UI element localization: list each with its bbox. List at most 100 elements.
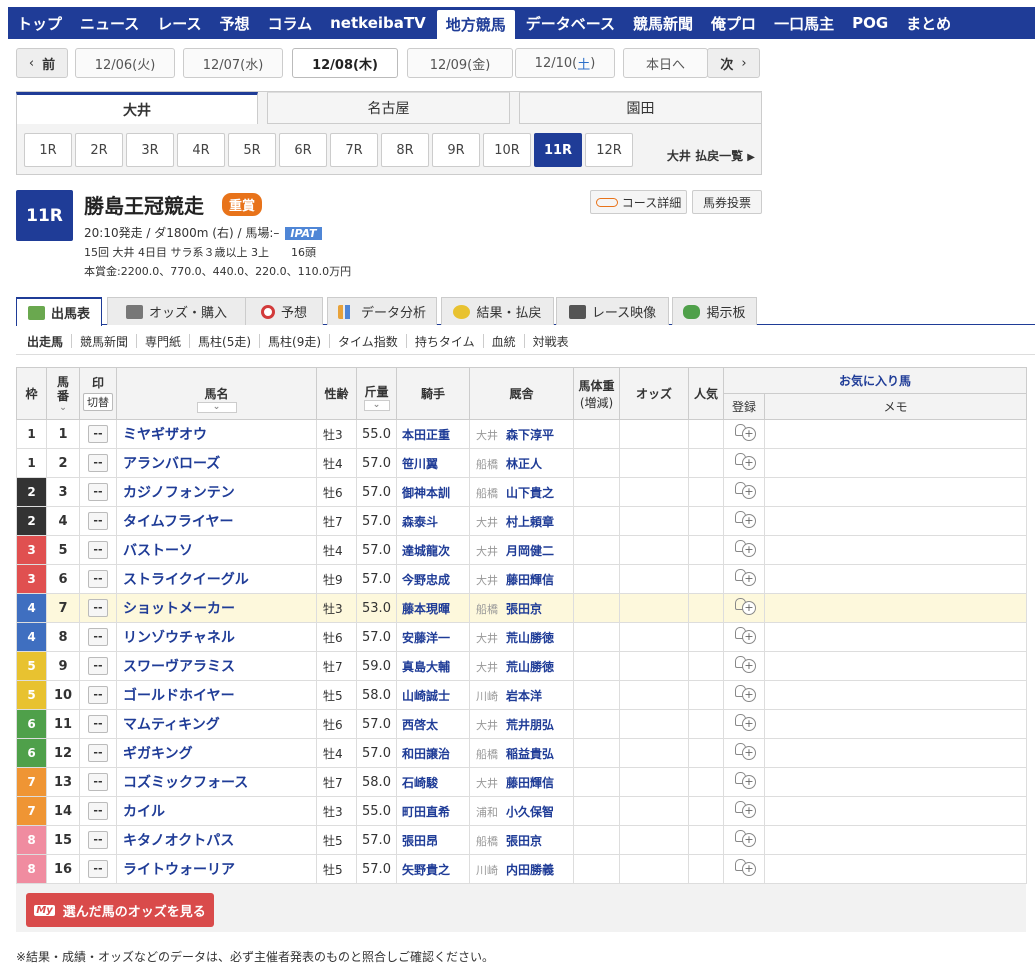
trainer-link[interactable]: 林正人 <box>506 457 542 471</box>
subtab-2[interactable]: 専門紙 <box>136 334 189 349</box>
gnav-item-1[interactable]: ニュース <box>71 7 148 39</box>
memo-cell[interactable] <box>763 477 1028 507</box>
memo-cell[interactable] <box>763 535 1028 565</box>
trainer-link[interactable]: 藤田輝信 <box>506 573 554 587</box>
add-favorite-icon[interactable] <box>733 510 756 528</box>
trainer-link[interactable]: 内田勝義 <box>506 863 554 877</box>
jockey-link[interactable]: 張田昂 <box>396 825 470 855</box>
header-weight-carried[interactable]: 斤量 ⌄ <box>356 367 397 420</box>
add-favorite-icon[interactable] <box>733 655 756 673</box>
venue-tab-sonoda[interactable]: 園田 <box>519 92 762 124</box>
gnav-item-12[interactable]: まとめ <box>897 7 960 39</box>
course-detail-button[interactable]: コース詳細 <box>590 190 687 214</box>
trainer-link[interactable]: 森下淳平 <box>506 428 554 442</box>
horse-name-link[interactable]: タイムフライヤー <box>116 506 317 536</box>
tab-yoso[interactable]: 予想 <box>245 297 323 325</box>
gnav-item-3[interactable]: 予想 <box>211 7 259 39</box>
gnav-item-7[interactable]: データベース <box>517 7 624 39</box>
race-button-12r[interactable]: 12R <box>585 133 633 167</box>
jockey-link[interactable]: 西啓太 <box>396 709 470 739</box>
bet-button[interactable]: 馬券投票 <box>692 190 762 214</box>
horse-name-link[interactable]: キタノオクトパス <box>116 825 317 855</box>
add-favorite-icon[interactable] <box>733 713 756 731</box>
jockey-link[interactable]: 安藤洋一 <box>396 622 470 652</box>
memo-cell[interactable] <box>763 767 1028 797</box>
subtab-0[interactable]: 出走馬 <box>16 334 71 349</box>
mark-select[interactable]: -- <box>88 628 108 646</box>
memo-cell[interactable] <box>763 709 1028 739</box>
gnav-item-0[interactable]: トップ <box>8 7 71 39</box>
horse-name-link[interactable]: ストライクイーグル <box>116 564 317 594</box>
memo-cell[interactable] <box>763 622 1028 652</box>
mark-select[interactable]: -- <box>88 512 108 530</box>
next-date-button[interactable]: 次 › <box>707 48 760 78</box>
mark-select[interactable]: -- <box>88 570 108 588</box>
jockey-link[interactable]: 矢野貴之 <box>396 854 470 884</box>
mark-select[interactable]: -- <box>88 773 108 791</box>
race-button-3r[interactable]: 3R <box>126 133 174 167</box>
horse-name-link[interactable]: スワーヴアラミス <box>116 651 317 681</box>
header-umaban[interactable]: 馬番 ⌄ <box>46 367 80 420</box>
trainer-link[interactable]: 荒山勝徳 <box>506 660 554 674</box>
race-button-8r[interactable]: 8R <box>381 133 429 167</box>
date-button-1206[interactable]: 12/06(火) <box>75 48 175 78</box>
trainer-link[interactable]: 張田京 <box>506 834 542 848</box>
race-button-4r[interactable]: 4R <box>177 133 225 167</box>
trainer-link[interactable]: 荒山勝徳 <box>506 631 554 645</box>
today-button[interactable]: 本日へ <box>623 48 708 78</box>
memo-cell[interactable] <box>763 506 1028 536</box>
mark-select[interactable]: -- <box>88 715 108 733</box>
tab-shutuba[interactable]: 出馬表 <box>16 297 102 326</box>
selected-odds-button[interactable]: My 選んだ馬のオッズを見る <box>26 893 214 927</box>
add-favorite-icon[interactable] <box>733 568 756 586</box>
subtab-4[interactable]: 馬柱(9走) <box>259 334 329 349</box>
memo-cell[interactable] <box>763 564 1028 594</box>
trainer-link[interactable]: 荒井朋弘 <box>506 718 554 732</box>
add-favorite-icon[interactable] <box>733 771 756 789</box>
mark-select[interactable]: -- <box>88 831 108 849</box>
mark-select[interactable]: -- <box>88 860 108 878</box>
horse-name-link[interactable]: バストーソ <box>116 535 317 565</box>
jockey-link[interactable]: 山崎誠士 <box>396 680 470 710</box>
memo-cell[interactable] <box>763 651 1028 681</box>
mark-select[interactable]: -- <box>88 744 108 762</box>
date-button-1210[interactable]: 12/10(土) <box>515 48 615 78</box>
mark-select[interactable]: -- <box>88 657 108 675</box>
add-favorite-icon[interactable] <box>733 626 756 644</box>
mark-toggle-button[interactable]: 切替 <box>83 392 113 411</box>
jockey-link[interactable]: 和田譲治 <box>396 738 470 768</box>
race-button-1r[interactable]: 1R <box>24 133 72 167</box>
gnav-item-5[interactable]: netkeibaTV <box>321 7 435 39</box>
gnav-item-8[interactable]: 競馬新聞 <box>624 7 702 39</box>
date-button-1207[interactable]: 12/07(水) <box>183 48 283 78</box>
mark-select[interactable]: -- <box>88 686 108 704</box>
race-button-7r[interactable]: 7R <box>330 133 378 167</box>
jockey-link[interactable]: 今野忠成 <box>396 564 470 594</box>
mark-select[interactable]: -- <box>88 425 108 443</box>
jockey-link[interactable]: 石崎駿 <box>396 767 470 797</box>
gnav-item-2[interactable]: レース <box>148 7 210 39</box>
mark-select[interactable]: -- <box>88 599 108 617</box>
venue-tab-ooi[interactable]: 大井 <box>16 92 258 124</box>
horse-name-link[interactable]: ゴールドホイヤー <box>116 680 317 710</box>
memo-cell[interactable] <box>763 796 1028 826</box>
memo-cell[interactable] <box>763 680 1028 710</box>
subtab-3[interactable]: 馬柱(5走) <box>189 334 259 349</box>
add-favorite-icon[interactable] <box>733 800 756 818</box>
tab-video[interactable]: レース映像 <box>556 297 669 325</box>
payout-list-link[interactable]: 大井 払戻一覧 ▶ <box>667 147 755 164</box>
trainer-link[interactable]: 稲益貴弘 <box>506 747 554 761</box>
add-favorite-icon[interactable] <box>733 742 756 760</box>
gnav-item-9[interactable]: 俺プロ <box>702 7 765 39</box>
race-button-6r[interactable]: 6R <box>279 133 327 167</box>
horse-name-link[interactable]: ギガキング <box>116 738 317 768</box>
trainer-link[interactable]: 張田京 <box>506 602 542 616</box>
memo-cell[interactable] <box>763 738 1028 768</box>
horse-name-link[interactable]: ショットメーカー <box>116 593 317 623</box>
add-favorite-icon[interactable] <box>733 423 756 441</box>
header-horse-name[interactable]: 馬名 ⌄ <box>116 367 317 420</box>
prev-date-button[interactable]: ‹ 前 <box>16 48 68 78</box>
horse-name-link[interactable]: アランバローズ <box>116 448 317 478</box>
trainer-link[interactable]: 山下貴之 <box>506 486 554 500</box>
trainer-link[interactable]: 小久保智 <box>506 805 554 819</box>
